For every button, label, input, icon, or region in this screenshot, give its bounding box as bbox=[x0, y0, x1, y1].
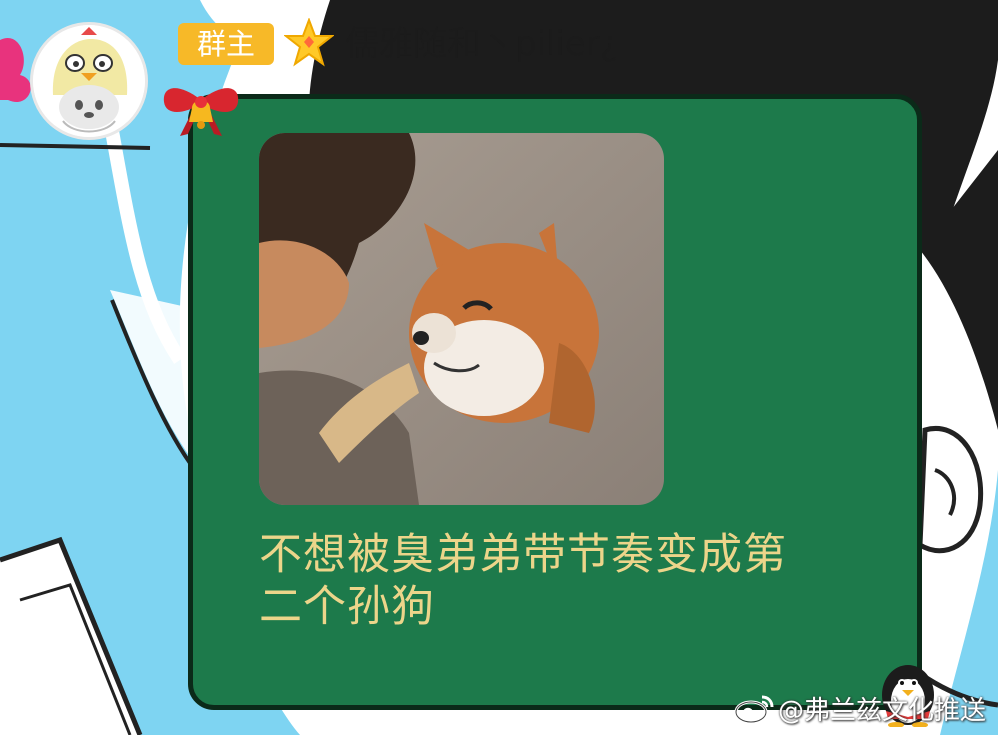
shiba-meme-photo[interactable] bbox=[259, 133, 664, 505]
message-line-1: 不想被臭弟弟带节奏变成第 bbox=[259, 530, 787, 580]
star-icon bbox=[284, 18, 334, 67]
message-line-2: 二个孙狗 bbox=[259, 582, 435, 632]
shiba-meme-image-icon bbox=[259, 133, 664, 505]
watermark-text: @弗兰兹文化推送 bbox=[777, 695, 986, 726]
weibo-watermark: @弗兰兹文化推送 bbox=[734, 691, 986, 726]
group-owner-badge: 群主 bbox=[178, 23, 274, 65]
chick-cat-avatar-icon bbox=[33, 25, 145, 137]
weibo-icon bbox=[734, 695, 774, 723]
bow-bell-icon bbox=[163, 88, 239, 136]
sender-nickname[interactable]: 儒雅随和丶pilier¿ bbox=[345, 18, 618, 70]
chat-bubble[interactable]: 不想被臭弟弟带节奏变成第 二个孙狗 bbox=[188, 94, 922, 710]
message-text: 不想被臭弟弟带节奏变成第 二个孙狗 bbox=[259, 529, 859, 633]
avatar[interactable] bbox=[30, 22, 148, 140]
